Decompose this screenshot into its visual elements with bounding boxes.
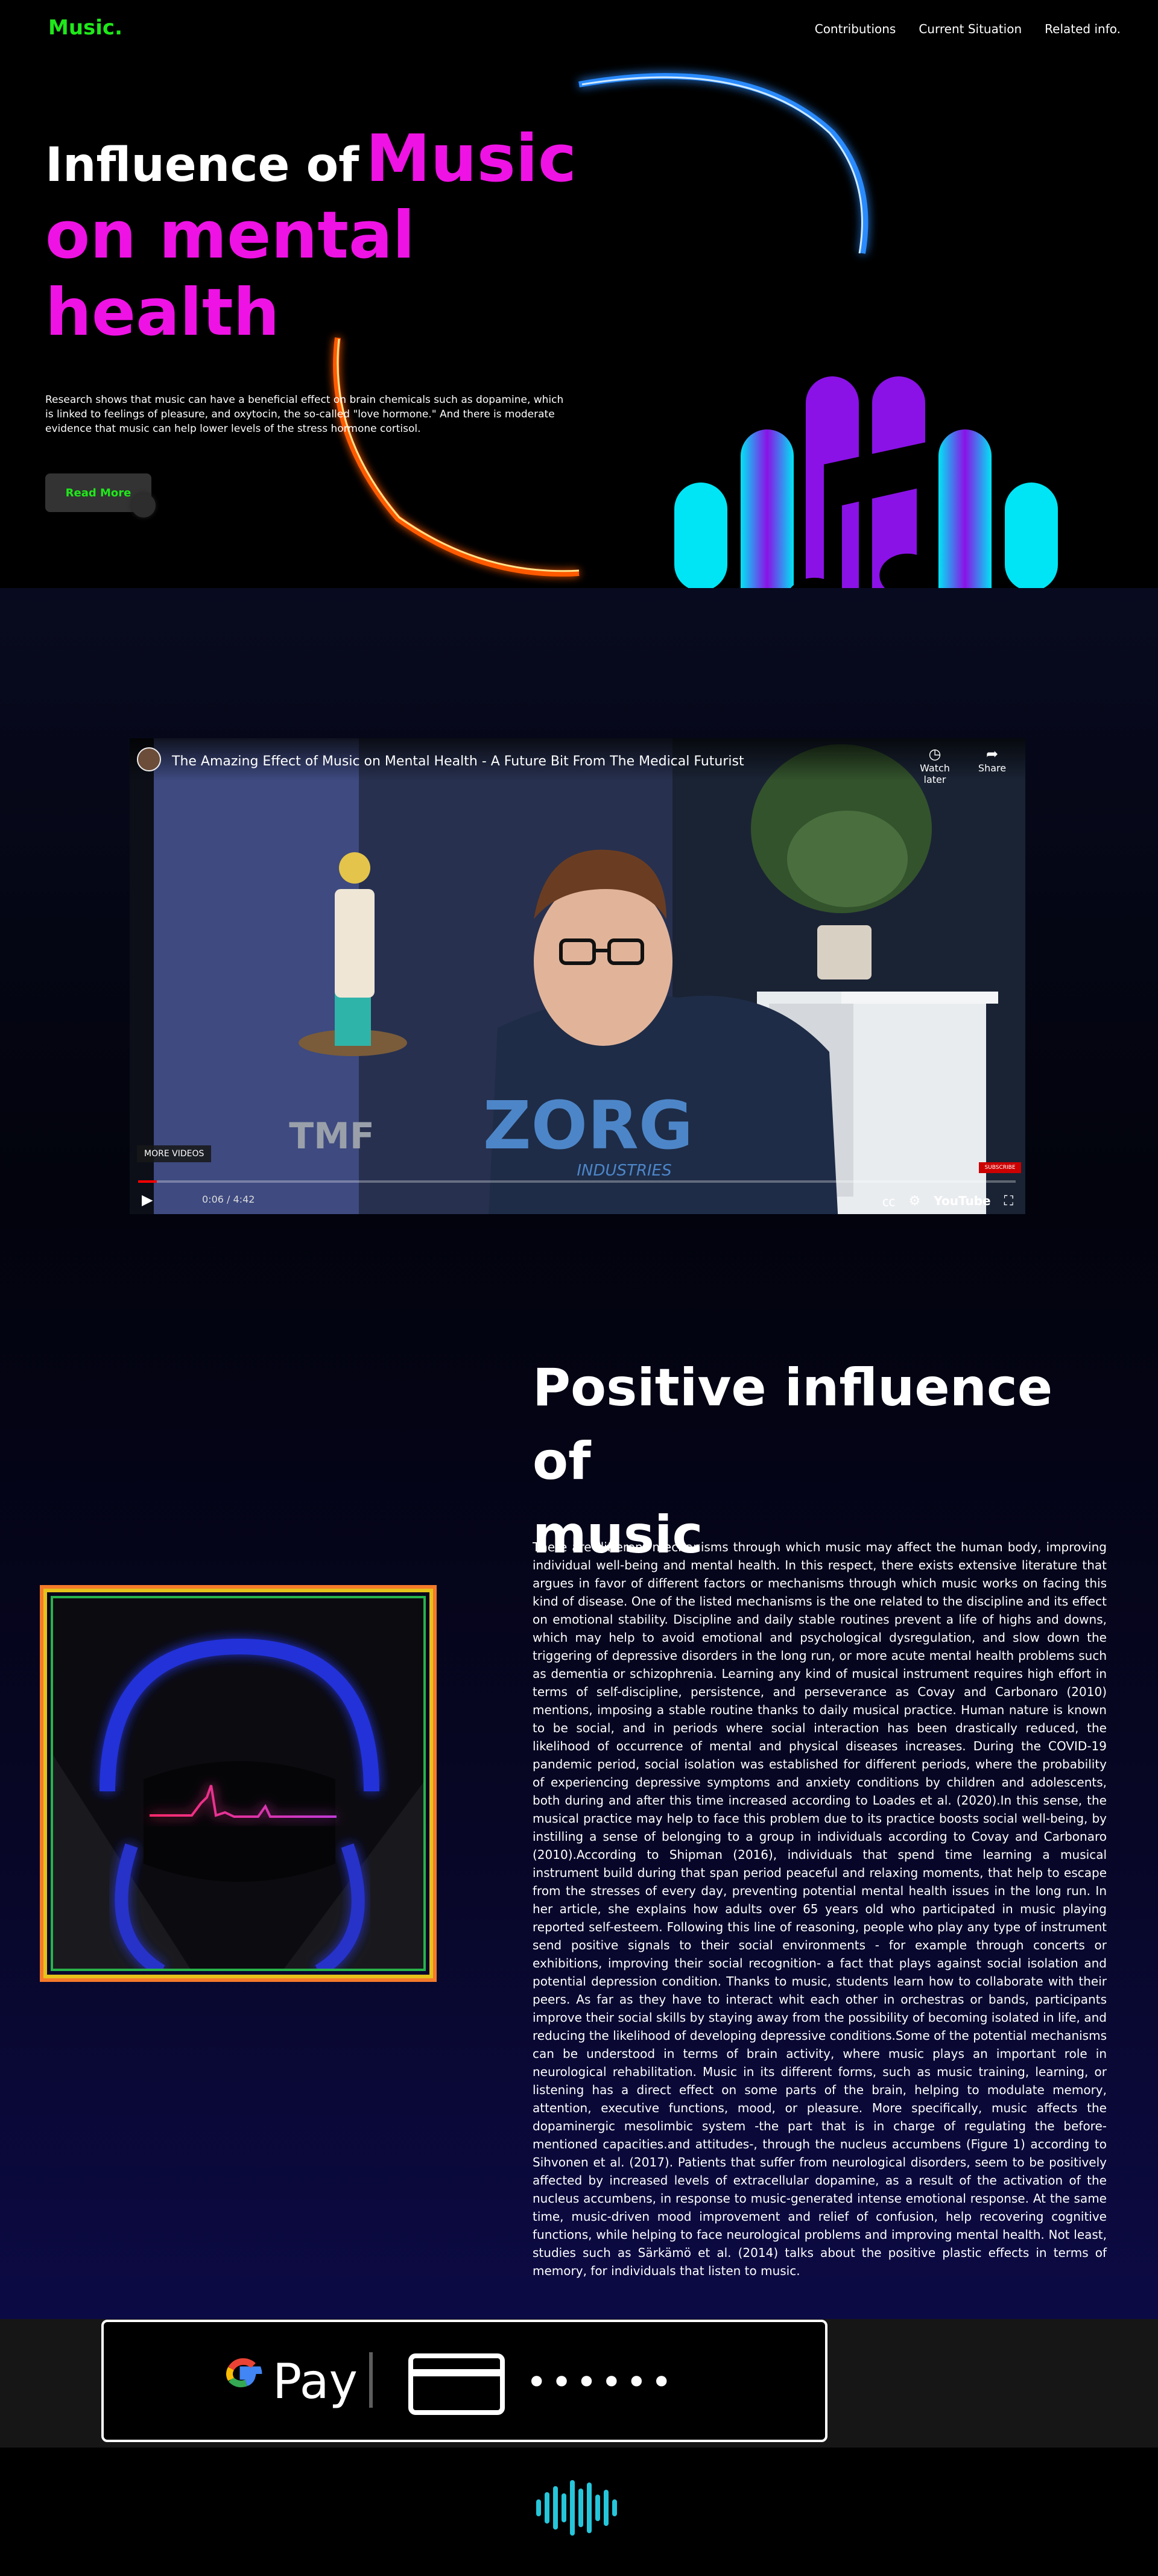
pay-separator [369, 2352, 373, 2408]
nav-link-current-situation[interactable]: Current Situation [919, 22, 1022, 36]
share-button[interactable]: ➦ Share [965, 745, 1019, 774]
shirt-sub-text: INDUSTRIES [577, 1162, 671, 1180]
hero-title: Influence of Music on mental health [45, 121, 588, 351]
footer [0, 2448, 1158, 2576]
tmf-logo-text: TMF [289, 1115, 375, 1157]
google-pay-button[interactable]: Pay •••••• [101, 2320, 827, 2442]
headphones-soundwave-illustration [53, 1638, 423, 1969]
video-frame: ZORG INDUSTRIES TMF [130, 738, 1025, 1214]
hero-section: Influence of Music on mental health Rese… [0, 60, 1158, 588]
more-videos-button[interactable]: MORE VIDEOS [137, 1145, 212, 1162]
video-player[interactable]: ZORG INDUSTRIES TMF The Amazing Effect o… [130, 738, 1025, 1214]
hero-description: Research shows that music can have a ben… [45, 394, 564, 435]
hero-title-line2: on mental [45, 198, 415, 274]
top-nav: Music. Contributions Current Situation R… [0, 0, 1158, 60]
site-logo[interactable]: Music. [48, 16, 122, 40]
headphones-image-frame [40, 1585, 437, 1982]
share-label: Share [978, 762, 1007, 774]
pay-label: Pay [273, 2353, 358, 2410]
watch-later-button[interactable]: ◷ Watch later [908, 745, 962, 785]
button-shadow-dot [131, 493, 156, 517]
watch-later-label: Watch later [920, 762, 950, 785]
masked-card-number: •••••• [526, 2361, 676, 2404]
orange-arc [333, 337, 580, 577]
video-right-controls: ㏄ ⚙ YouTube ⛶ [882, 1191, 1013, 1210]
nav-links: Contributions Current Situation Related … [815, 22, 1121, 36]
clock-icon: ◷ [928, 745, 941, 762]
fullscreen-icon[interactable]: ⛶ [1004, 1194, 1013, 1209]
share-arrow-icon: ➦ [986, 745, 999, 762]
video-controls: ▶ 0:06 / 4:42 ㏄ ⚙ YouTube ⛶ [130, 1186, 1025, 1214]
music-note-equalizer-icon [674, 376, 1058, 588]
positive-influence-body: There are different mechanisms through w… [533, 1540, 1107, 2278]
headphones-image [51, 1596, 426, 1971]
credit-card-icon [408, 2353, 505, 2415]
play-icon[interactable]: ▶ [142, 1191, 153, 1208]
video-title[interactable]: The Amazing Effect of Music on Mental He… [172, 754, 744, 769]
page: Music. Contributions Current Situation R… [0, 0, 1158, 2576]
channel-avatar[interactable] [137, 747, 161, 771]
hero-title-prefix: Influence of [45, 138, 359, 192]
video-time: 0:06 / 4:42 [202, 1194, 255, 1205]
google-g-icon [226, 2358, 262, 2387]
video-progress-fill [138, 1180, 157, 1183]
shirt-logo-text: ZORG [483, 1087, 693, 1164]
hero-title-highlight: Music [365, 121, 577, 197]
positive-title-line1: Positive influence of [533, 1358, 1053, 1492]
youtube-logo[interactable]: YouTube [934, 1194, 990, 1208]
blue-arc [578, 73, 868, 254]
subscribe-badge[interactable]: SUBSCRIBE [979, 1162, 1021, 1173]
captions-icon[interactable]: ㏄ [882, 1191, 896, 1210]
settings-gear-icon[interactable]: ⚙ [909, 1194, 921, 1209]
soundwave-icon [536, 2480, 617, 2536]
hero-title-line3: health [45, 274, 280, 350]
nav-link-related-info[interactable]: Related info. [1045, 22, 1121, 36]
video-progress-bar[interactable] [138, 1180, 1016, 1183]
nav-link-contributions[interactable]: Contributions [815, 22, 896, 36]
